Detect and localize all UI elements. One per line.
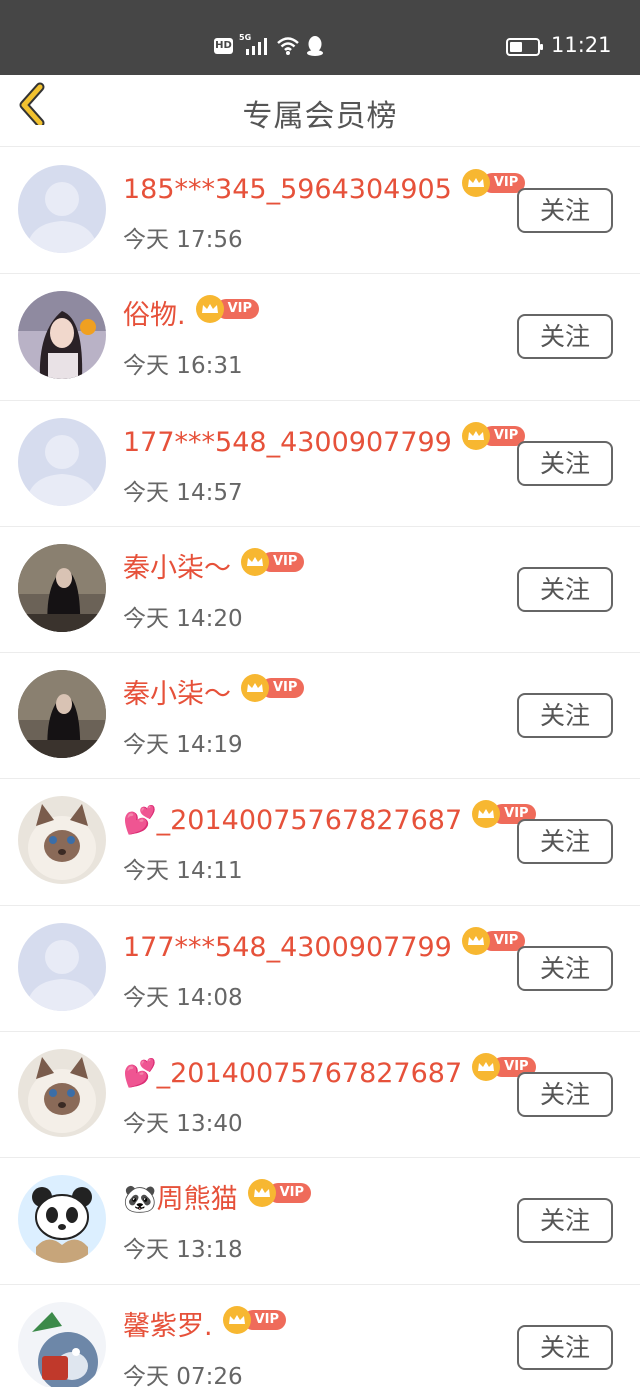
avatar[interactable] xyxy=(18,922,106,1011)
status-time: 11:21 xyxy=(551,33,612,57)
list-item-3[interactable]: 177***548_4300907799 VIP 今天 14:57 关注 xyxy=(0,400,640,527)
visit-time: 今天 16:31 xyxy=(123,353,243,380)
avatar[interactable] xyxy=(18,796,106,885)
wifi-icon xyxy=(277,37,299,55)
follow-button[interactable]: 关注 xyxy=(517,693,613,739)
crown-icon xyxy=(222,1305,251,1334)
user-name: 俗物. xyxy=(123,300,186,332)
vip-badge: VIP xyxy=(461,169,526,197)
visit-time: 今天 13:40 xyxy=(123,1111,243,1138)
user-name: 秦小柒～ xyxy=(123,679,231,711)
crown-icon xyxy=(247,1179,276,1208)
crown-icon xyxy=(241,547,269,576)
visit-time: 今天 13:18 xyxy=(123,1237,243,1264)
visit-time: 今天 17:56 xyxy=(123,227,243,253)
user-name: 177***548_4300907799 xyxy=(123,931,452,963)
avatar[interactable] xyxy=(18,291,106,380)
qq-icon xyxy=(307,36,323,56)
crown-icon xyxy=(461,926,490,955)
user-name: 177***548_4300907799 xyxy=(123,426,452,458)
list-item-7[interactable]: 177***548_4300907799 VIP 今天 14:08 关注 xyxy=(0,905,640,1033)
member-list: 185***345_5964304905 VIP 今天 17:56 关注 俗物. xyxy=(0,148,640,1387)
visit-time: 今天 14:57 xyxy=(123,479,243,506)
list-item-2[interactable]: 俗物. VIP 今天 16:31 关注 xyxy=(0,274,640,401)
user-name: 💕_20140075767827687 xyxy=(123,1058,463,1090)
list-item-4[interactable]: 秦小柒～ VIP 今天 14:20 关注 xyxy=(0,526,640,654)
follow-button[interactable]: 关注 xyxy=(517,566,613,612)
avatar[interactable] xyxy=(18,165,106,253)
visit-time: 今天 14:08 xyxy=(123,984,243,1011)
nav-bar: 专属会员榜 xyxy=(0,75,640,147)
user-name: 💕_20140075767827687 xyxy=(123,805,463,837)
crown-icon xyxy=(241,674,269,703)
visit-time: 今天 07:26 xyxy=(123,1363,243,1387)
crown-icon xyxy=(195,295,224,324)
vip-badge: VIP xyxy=(241,547,305,576)
list-item-8[interactable]: 💕_20140075767827687 VIP 今天 13:40 关注 xyxy=(0,1032,640,1159)
list-item-9[interactable]: 🐼周熊猫 VIP 今天 13:18 关注 xyxy=(0,1158,640,1285)
follow-button[interactable]: 关注 xyxy=(517,1198,613,1244)
list-item-10[interactable]: 馨紫罗. VIP 今天 07:26 关注 xyxy=(0,1284,640,1387)
page-title: 专属会员榜 xyxy=(242,99,398,134)
user-name: 🐼周熊猫 xyxy=(123,1184,238,1216)
hd-icon: HD xyxy=(214,38,233,54)
user-name: 馨紫罗. xyxy=(123,1310,213,1342)
visit-time: 今天 14:11 xyxy=(123,858,243,885)
avatar[interactable] xyxy=(18,1175,106,1264)
signal-icon xyxy=(246,38,267,55)
crown-icon xyxy=(472,1053,501,1082)
status-bar: HD 5G 11:21 xyxy=(0,0,640,75)
visit-time: 今天 14:19 xyxy=(123,732,243,759)
vip-badge: VIP xyxy=(461,926,526,955)
follow-button[interactable]: 关注 xyxy=(517,314,613,360)
list-item-1[interactable]: 185***345_5964304905 VIP 今天 17:56 关注 xyxy=(0,148,640,275)
avatar[interactable] xyxy=(18,670,106,759)
follow-button[interactable]: 关注 xyxy=(517,1072,613,1118)
follow-button[interactable]: 关注 xyxy=(517,819,613,865)
avatar[interactable] xyxy=(18,1049,106,1138)
avatar[interactable] xyxy=(18,543,106,632)
list-item-5[interactable]: 秦小柒～ VIP 今天 14:19 关注 xyxy=(0,653,640,780)
vip-badge: VIP xyxy=(461,421,526,450)
follow-button[interactable]: 关注 xyxy=(517,1324,613,1370)
avatar[interactable] xyxy=(18,417,106,506)
avatar[interactable] xyxy=(18,1301,106,1387)
vip-badge: VIP xyxy=(241,674,305,703)
follow-button[interactable]: 关注 xyxy=(517,188,613,233)
crown-icon xyxy=(461,421,490,450)
crown-icon xyxy=(472,800,501,829)
list-item-6[interactable]: 💕_20140075767827687 VIP 今天 14:11 关注 xyxy=(0,779,640,906)
follow-button[interactable]: 关注 xyxy=(517,440,613,486)
follow-button[interactable]: 关注 xyxy=(517,945,613,991)
user-name: 秦小柒～ xyxy=(123,552,231,584)
user-name: 185***345_5964304905 xyxy=(123,174,452,205)
vip-badge: VIP xyxy=(222,1305,287,1334)
crown-icon xyxy=(461,169,490,197)
vip-badge: VIP xyxy=(195,295,260,324)
battery-icon xyxy=(506,38,543,56)
visit-time: 今天 14:20 xyxy=(123,605,243,632)
vip-badge: VIP xyxy=(247,1179,312,1208)
